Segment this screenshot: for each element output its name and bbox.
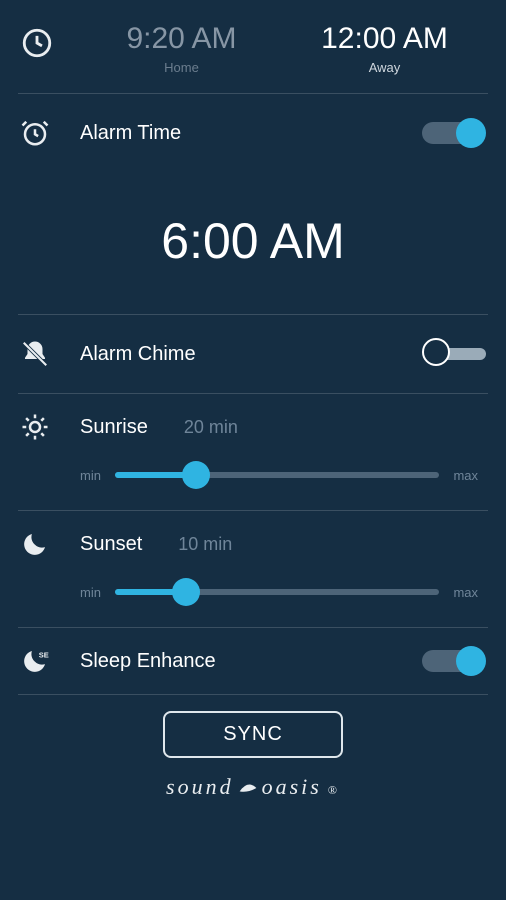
sunrise-max-label: max: [453, 468, 478, 483]
alarm-time-toggle[interactable]: [422, 118, 486, 148]
clock-icon: [20, 22, 80, 65]
bell-muted-icon: [20, 339, 80, 369]
sunset-label: Sunset: [80, 533, 142, 556]
alarm-time-row: Alarm Time: [0, 94, 506, 172]
brand-part1: sound: [166, 774, 234, 800]
alarm-time-label: Alarm Time: [80, 122, 181, 145]
sunrise-slider-wrap: min max: [0, 446, 506, 510]
sunrise-value: 20 min: [184, 417, 238, 438]
brand-logo: sound oasis ®: [0, 766, 506, 816]
leaf-icon: [238, 782, 258, 794]
sunrise-label: Sunrise: [80, 416, 148, 439]
alarm-clock-icon: [20, 118, 80, 148]
sleep-enhance-label: Sleep Enhance: [80, 650, 216, 673]
sunset-row: Sunset 10 min: [0, 511, 506, 563]
time-header: 9:20 AM Home 12:00 AM Away: [0, 0, 506, 93]
alarm-chime-row: Alarm Chime: [0, 315, 506, 393]
home-time-label: Home: [80, 60, 283, 75]
sun-icon: [20, 412, 80, 442]
sunset-max-label: max: [453, 585, 478, 600]
sync-button[interactable]: SYNC: [163, 711, 343, 758]
sunset-value: 10 min: [178, 534, 232, 555]
sunrise-min-label: min: [80, 468, 101, 483]
sleep-enhance-row: SE Sleep Enhance: [0, 628, 506, 694]
sleep-enhance-toggle[interactable]: [422, 646, 486, 676]
sunrise-row: Sunrise 20 min: [0, 394, 506, 446]
sync-wrap: SYNC: [0, 695, 506, 766]
home-time-tab[interactable]: 9:20 AM Home: [80, 22, 283, 75]
svg-text:SE: SE: [39, 650, 49, 659]
alarm-time-display[interactable]: 6:00 AM: [0, 172, 506, 314]
away-time-value: 12:00 AM: [283, 22, 486, 56]
away-time-label: Away: [283, 60, 486, 75]
home-time-value: 9:20 AM: [80, 22, 283, 56]
sunset-slider-wrap: min max: [0, 563, 506, 627]
brand-part2: oasis: [262, 774, 322, 800]
away-time-tab[interactable]: 12:00 AM Away: [283, 22, 486, 75]
alarm-chime-label: Alarm Chime: [80, 343, 196, 366]
alarm-chime-toggle[interactable]: [422, 339, 486, 369]
sunset-slider[interactable]: [115, 577, 439, 607]
registered-mark: ®: [328, 783, 340, 798]
sunrise-slider[interactable]: [115, 460, 439, 490]
moon-se-icon: SE: [20, 646, 80, 676]
moon-icon: [20, 529, 80, 559]
sunset-min-label: min: [80, 585, 101, 600]
